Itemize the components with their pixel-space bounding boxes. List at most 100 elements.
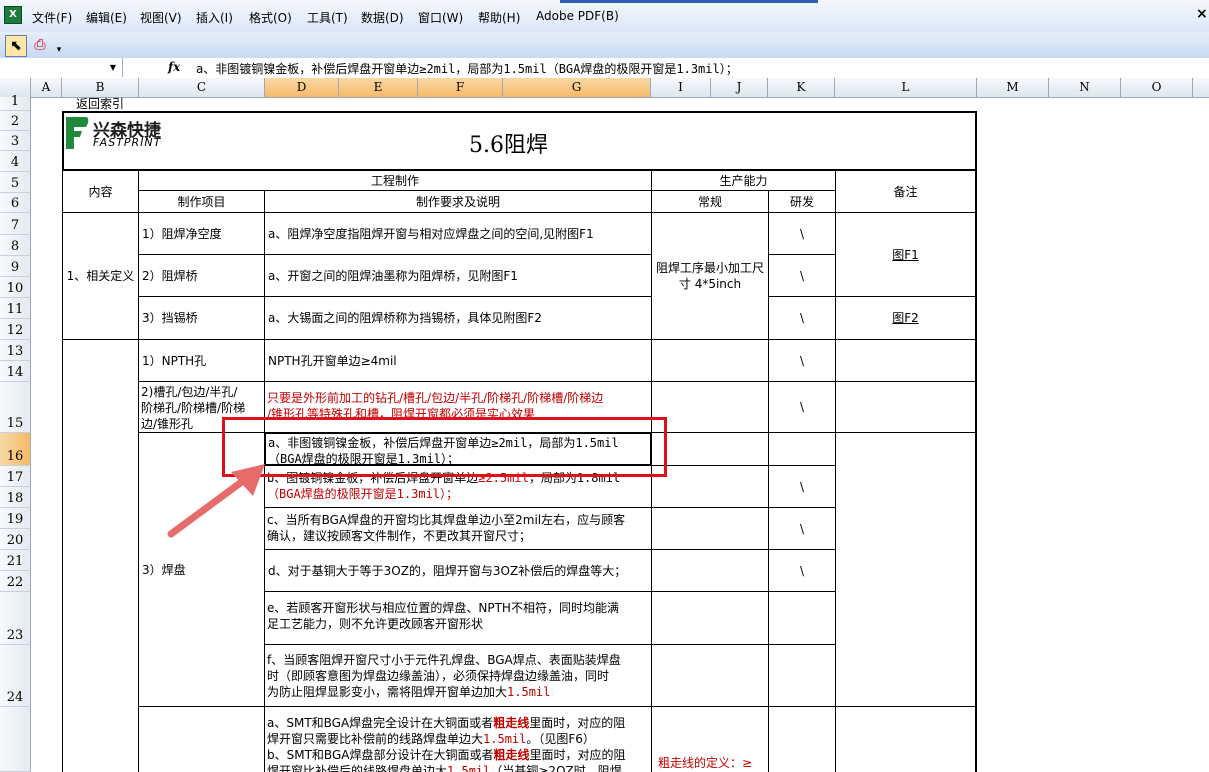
req-line: 确认，建议按顾客文件制作，不更改其开窗尺寸； — [267, 529, 532, 543]
menu-help[interactable]: 帮助(H) — [478, 9, 520, 26]
row-header[interactable]: 23 — [0, 592, 31, 645]
header-normal: 常规 — [651, 190, 769, 213]
req-pad-c: c、当所有BGA焊盘的开窗均比其焊盘单边小至2mil左右，应与顾客 确认，建议按… — [264, 507, 652, 550]
row-header[interactable]: 8 — [0, 235, 31, 256]
req-line: （BGA焊盘的极限开窗是1.3mil）； — [267, 487, 459, 501]
row-header[interactable]: 20 — [0, 529, 31, 550]
column-header[interactable]: B — [62, 78, 139, 97]
name-box[interactable] — [0, 58, 123, 77]
item-mask-bridge: 2）阻焊桥 — [138, 254, 265, 297]
excel-app-icon[interactable]: X — [4, 6, 22, 24]
column-header-selected[interactable]: F — [418, 78, 503, 97]
section-blank — [62, 339, 139, 772]
select-pointer-icon[interactable]: ⬉ — [5, 35, 27, 57]
req-line: f、当顾客阻焊开窗尺寸小于元件孔焊盘、BGA焊点、表面贴装焊盘 — [267, 653, 621, 667]
row-header[interactable]: 17 — [0, 466, 31, 487]
item-slots-line: 阶梯孔/阶梯槽/阶梯 — [141, 401, 246, 415]
req-pad-f: f、当顾客阻焊开窗尺寸小于元件孔焊盘、BGA焊点、表面贴装焊盘 时（即顾客意图为… — [264, 644, 652, 707]
row-header[interactable]: 24 — [0, 645, 31, 707]
name-box-dropdown-icon[interactable]: ▼ — [106, 59, 120, 76]
req-line: a、SMT和BGA焊盘完全设计在大铜面或者粗走线里面时，对应的阻 — [267, 716, 626, 730]
menu-tools[interactable]: 工具(T) — [307, 9, 348, 26]
column-header-selected[interactable]: D — [265, 78, 339, 97]
page-title: 5.6阻焊 — [469, 133, 548, 158]
row-header[interactable]: 1 — [0, 94, 31, 111]
menu-window[interactable]: 窗口(W) — [418, 9, 463, 26]
row-header[interactable]: 4 — [0, 151, 31, 172]
section-definitions: 1、相关定义 — [62, 212, 139, 340]
req-pad-d: d、对于基铜大于等于3OZ的，阻焊开窗与3OZ补偿后的焊盘等大； — [264, 549, 652, 592]
pdf-convert-icon[interactable]: ⎙ — [30, 35, 50, 55]
row-header-selected[interactable]: 16 — [0, 433, 31, 466]
row-header[interactable]: 13 — [0, 340, 31, 361]
req-line: 足工艺能力，则不允许更改顾客开窗形状 — [267, 617, 484, 631]
figure-f2-link[interactable]: 图F2 — [835, 296, 977, 340]
title-bar-strip — [560, 0, 818, 3]
worksheet[interactable]: 返回索引 兴森快捷 FASTPRINT 5.6阻焊 内容 工程制作 生产能力 备… — [31, 97, 1209, 772]
formula-input[interactable]: a、非图镀铜镍金板，补偿后焊盘开窗单边≥2mil，局部为1.5mil（BGA焊盘… — [196, 60, 738, 77]
normal-value — [651, 549, 769, 592]
column-header[interactable]: J — [711, 78, 768, 97]
row-header[interactable]: 5 — [0, 172, 31, 193]
menu-format[interactable]: 格式(O) — [249, 9, 292, 26]
row-header[interactable]: 2 — [0, 111, 31, 131]
row-header[interactable]: 9 — [0, 256, 31, 277]
menu-file[interactable]: 文件(F) — [32, 9, 72, 26]
rd-value: \ — [768, 212, 836, 255]
row-header[interactable]: 15 — [0, 382, 31, 433]
column-header[interactable]: M — [977, 78, 1049, 97]
row-header[interactable]: 7 — [0, 213, 31, 235]
column-header-selected[interactable]: E — [339, 78, 418, 97]
menu-adobe-pdf[interactable]: Adobe PDF(B) — [536, 9, 619, 23]
item-npth: 1）NPTH孔 — [138, 339, 265, 382]
menu-insert[interactable]: 插入(I) — [196, 9, 233, 26]
row-header[interactable]: 18 — [0, 487, 31, 508]
row-header[interactable]: 10 — [0, 277, 31, 298]
menu-view[interactable]: 视图(V) — [140, 9, 182, 26]
menu-edit[interactable]: 编辑(E) — [86, 9, 127, 26]
column-header-selected[interactable]: G — [503, 78, 651, 97]
normal-min-size: 阻焊工序最小加工尺寸 4*5inch — [651, 212, 769, 340]
remark-value — [835, 706, 977, 772]
column-headers: A B C D E F G I J K L M N O — [0, 78, 1209, 98]
rd-value: \ — [768, 381, 836, 433]
row-header[interactable]: 22 — [0, 571, 31, 592]
row-header[interactable]: 12 — [0, 319, 31, 340]
row-header[interactable]: 3 — [0, 131, 31, 151]
rd-value — [768, 706, 836, 772]
req-solder-dam: a、大锡面之间的阻焊桥称为挡锡桥，具体见附图F2 — [264, 296, 652, 340]
row-header[interactable]: 6 — [0, 193, 31, 213]
column-header[interactable]: K — [768, 78, 835, 97]
row-header[interactable]: 19 — [0, 508, 31, 529]
fx-icon[interactable]: fx — [168, 60, 184, 76]
row-header[interactable] — [0, 707, 31, 772]
column-header[interactable]: L — [835, 78, 977, 97]
column-header[interactable]: N — [1049, 78, 1121, 97]
normal-value — [651, 591, 769, 645]
toolbar-options-icon[interactable]: ▾ — [54, 40, 64, 60]
item-smt — [138, 706, 265, 772]
req-line: c、当所有BGA焊盘的开窗均比其焊盘单边小至2mil左右，应与顾客 — [267, 513, 626, 527]
normal-value — [651, 465, 769, 508]
normal-value — [651, 644, 769, 707]
item-clearance: 1）阻焊净空度 — [138, 212, 265, 255]
column-header[interactable]: C — [139, 78, 265, 97]
row-header[interactable]: 11 — [0, 298, 31, 319]
column-header[interactable]: I — [651, 78, 711, 97]
header-engineering: 工程制作 — [138, 170, 652, 191]
figure-f1-link[interactable]: 图F1 — [835, 212, 977, 297]
item-slots-line: 2)槽孔/包边/半孔/ — [141, 385, 238, 399]
rd-value: \ — [768, 465, 836, 508]
column-header[interactable]: O — [1121, 78, 1193, 97]
annotation-arrow-icon — [167, 464, 265, 538]
highlight-box — [222, 417, 667, 477]
column-header[interactable]: A — [31, 78, 62, 97]
row-header[interactable]: 21 — [0, 550, 31, 571]
close-icon[interactable]: × — [1196, 6, 1208, 22]
req-line: 焊开窗比补偿后的线路焊盘单边大1.5mil（当基铜≥2OZ时，阻焊 — [267, 764, 622, 772]
rd-value — [768, 432, 836, 466]
normal-value — [651, 507, 769, 550]
menu-data[interactable]: 数据(D) — [361, 9, 404, 26]
row-header[interactable]: 14 — [0, 361, 31, 382]
back-to-index-link[interactable]: 返回索引 — [76, 97, 124, 111]
